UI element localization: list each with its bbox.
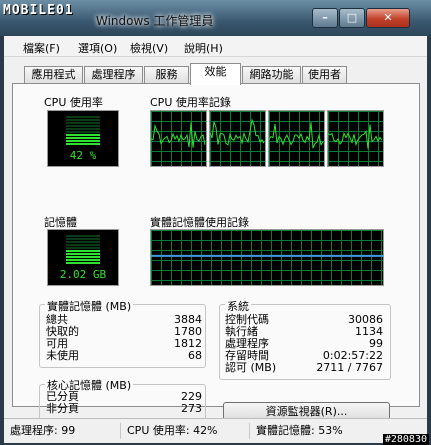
- tab-services[interactable]: 服務: [144, 66, 189, 84]
- physical-memory-free: 未使用 68: [46, 349, 202, 362]
- cpu-meter-segment: [66, 134, 100, 136]
- cpu-meter-segment: [66, 116, 100, 118]
- tab-users[interactable]: 使用者: [302, 66, 347, 84]
- cpu-core-3-graph: [268, 110, 325, 167]
- tab-processes[interactable]: 處理程序: [84, 66, 143, 84]
- status-bar: 處理程序: 99 CPU 使用率: 42% 實體記憶體: 53%: [4, 418, 427, 443]
- cpu-history-line: [328, 124, 383, 149]
- memory-meter-segment: [66, 262, 100, 264]
- cpu-history-line: [151, 122, 206, 148]
- physical-memory-title: 實體記憶體 (MB): [45, 298, 134, 314]
- menu-options[interactable]: 選項(O): [78, 40, 117, 56]
- cpu-meter-segment: [66, 119, 100, 121]
- menu-help[interactable]: 說明(H): [184, 40, 223, 56]
- title-bar[interactable]: MOBILE01 Windows 工作管理員 – □ ✕: [0, 0, 431, 36]
- status-memory: 實體記憶體: 53%: [249, 423, 343, 439]
- menu-bar: 檔案(F) 選項(O) 檢視(V) 說明(H): [4, 36, 427, 57]
- cpu-history-line: [269, 122, 324, 149]
- cpu-core-1-graph: [150, 110, 207, 167]
- cpu-usage-label: CPU 使用率: [44, 96, 103, 109]
- close-button[interactable]: ✕: [366, 8, 410, 28]
- system-commit: 認可 (MB) 2711 / 7767: [225, 361, 383, 374]
- cpu-meter-segment: [66, 128, 100, 130]
- memory-meter-segment: [66, 247, 100, 249]
- kernel-memory-list: 已分頁 229 非分頁 273: [46, 391, 202, 415]
- memory-meter-segment: [66, 250, 100, 252]
- cpu-history-label: CPU 使用率記錄: [150, 96, 231, 109]
- cpu-meter-segment: [66, 143, 100, 145]
- cpu-meter-segment: [66, 140, 100, 142]
- menu-view[interactable]: 檢視(V): [130, 40, 168, 56]
- maximize-button[interactable]: □: [339, 8, 365, 28]
- physical-memory-list: 總共 3884 快取的 1780 可用 1812 未使用 68: [46, 314, 202, 362]
- memory-meter-segment: [66, 238, 100, 240]
- system-list: 控制代碼 30086 執行緒 1134 處理程序 99 存留時間 0:02:57:22 …: [225, 314, 383, 374]
- cpu-meter-segment: [66, 122, 100, 124]
- cpu-meter-segment: [66, 125, 100, 127]
- watermark-id: #280830: [382, 434, 429, 445]
- cpu-core-4-graph: [327, 110, 384, 167]
- tab-performance[interactable]: 效能: [190, 63, 241, 85]
- performance-panel: CPU 使用率 42 % CPU 使用率記錄 記憶體 2.02 GB 實體記憶體…: [12, 83, 420, 422]
- cpu-history-line: [210, 118, 265, 146]
- status-cpu: CPU 使用率: 42%: [120, 423, 218, 439]
- kernel-memory-nonpaged: 非分頁 273: [46, 402, 202, 415]
- memory-meter-segment: [66, 259, 100, 261]
- cpu-usage-value: 42 %: [69, 149, 97, 162]
- memory-meter-segment: [66, 253, 100, 255]
- memory-meter: 2.02 GB: [47, 229, 119, 286]
- task-manager-client: 檔案(F) 選項(O) 檢視(V) 說明(H) 應用程式 處理程序 服務 效能 …: [4, 36, 427, 443]
- menu-file[interactable]: 檔案(F): [23, 40, 60, 56]
- cpu-meter-segment: [66, 131, 100, 133]
- cpu-meter-segment: [66, 137, 100, 139]
- memory-meter-segment: [66, 235, 100, 237]
- window-title: Windows 工作管理員: [96, 14, 214, 28]
- memory-history-graph: [150, 229, 384, 286]
- cpu-core-2-graph: [209, 110, 266, 167]
- system-title: 系統: [225, 298, 251, 314]
- memory-value: 2.02 GB: [59, 268, 107, 281]
- memory-meter-segment: [66, 244, 100, 246]
- mobile01-watermark-logo: MOBILE01: [3, 3, 74, 18]
- status-processes: 處理程序: 99: [10, 424, 76, 437]
- memory-label: 記憶體: [44, 216, 77, 229]
- minimize-button[interactable]: –: [312, 8, 338, 28]
- cpu-usage-meter: 42 %: [47, 110, 119, 167]
- memory-history-label: 實體記憶體使用記錄: [150, 216, 249, 229]
- tab-applications[interactable]: 應用程式: [24, 66, 83, 84]
- tab-networking[interactable]: 網路功能: [242, 66, 301, 84]
- memory-meter-segment: [66, 241, 100, 243]
- memory-meter-segment: [66, 256, 100, 258]
